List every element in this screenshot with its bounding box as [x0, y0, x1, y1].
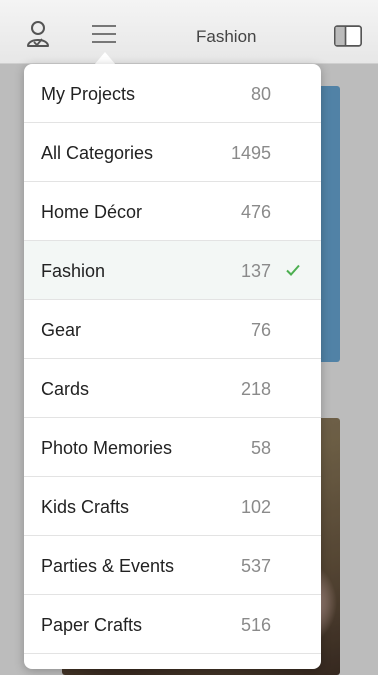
checkmark-icon — [286, 264, 300, 276]
category-item-fashion[interactable]: Fashion 137 — [24, 241, 321, 300]
user-button[interactable] — [24, 20, 52, 48]
category-label: Kids Crafts — [41, 497, 130, 517]
category-label: Cards — [41, 379, 90, 399]
user-icon — [27, 21, 49, 47]
category-label: Parties & Events — [41, 556, 175, 576]
category-count: 1495 — [230, 143, 271, 163]
category-item-my-projects[interactable]: My Projects 80 — [24, 64, 321, 123]
layout-toggle-button[interactable] — [334, 22, 362, 50]
category-item-paper-crafts[interactable]: Paper Crafts 516 — [24, 595, 321, 654]
category-menu-popover: My Projects 80 All Categories 1495 Home … — [24, 64, 321, 669]
category-count: 516 — [240, 615, 271, 635]
category-label: Home Décor — [41, 202, 143, 222]
category-item-cards[interactable]: Cards 218 — [24, 359, 321, 418]
category-list: My Projects 80 All Categories 1495 Home … — [24, 64, 321, 654]
category-count: 537 — [240, 556, 271, 576]
category-item-gear[interactable]: Gear 76 — [24, 300, 321, 359]
category-count: 58 — [250, 438, 271, 458]
category-count: 80 — [250, 84, 271, 104]
category-item-kids-crafts[interactable]: Kids Crafts 102 — [24, 477, 321, 536]
menu-button[interactable] — [90, 20, 118, 48]
hamburger-menu-icon — [92, 25, 116, 43]
category-label: Fashion — [41, 261, 106, 281]
category-item-parties-events[interactable]: Parties & Events 537 — [24, 536, 321, 595]
category-label: Gear — [41, 320, 82, 340]
category-item-home-decor[interactable]: Home Décor 476 — [24, 182, 321, 241]
category-item-photo-memories[interactable]: Photo Memories 58 — [24, 418, 321, 477]
category-label: My Projects — [41, 84, 136, 104]
category-count: 76 — [250, 320, 271, 340]
category-label: All Categories — [41, 143, 154, 163]
category-item-all-categories[interactable]: All Categories 1495 — [24, 123, 321, 182]
category-label: Paper Crafts — [41, 615, 143, 635]
category-count: 476 — [240, 202, 271, 222]
category-count: 137 — [240, 261, 271, 281]
top-bar: Fashion — [0, 0, 378, 64]
category-label: Photo Memories — [41, 438, 173, 458]
category-count: 102 — [240, 497, 271, 517]
category-count: 218 — [240, 379, 271, 399]
split-view-icon — [334, 25, 362, 47]
page-title: Fashion — [196, 27, 257, 46]
